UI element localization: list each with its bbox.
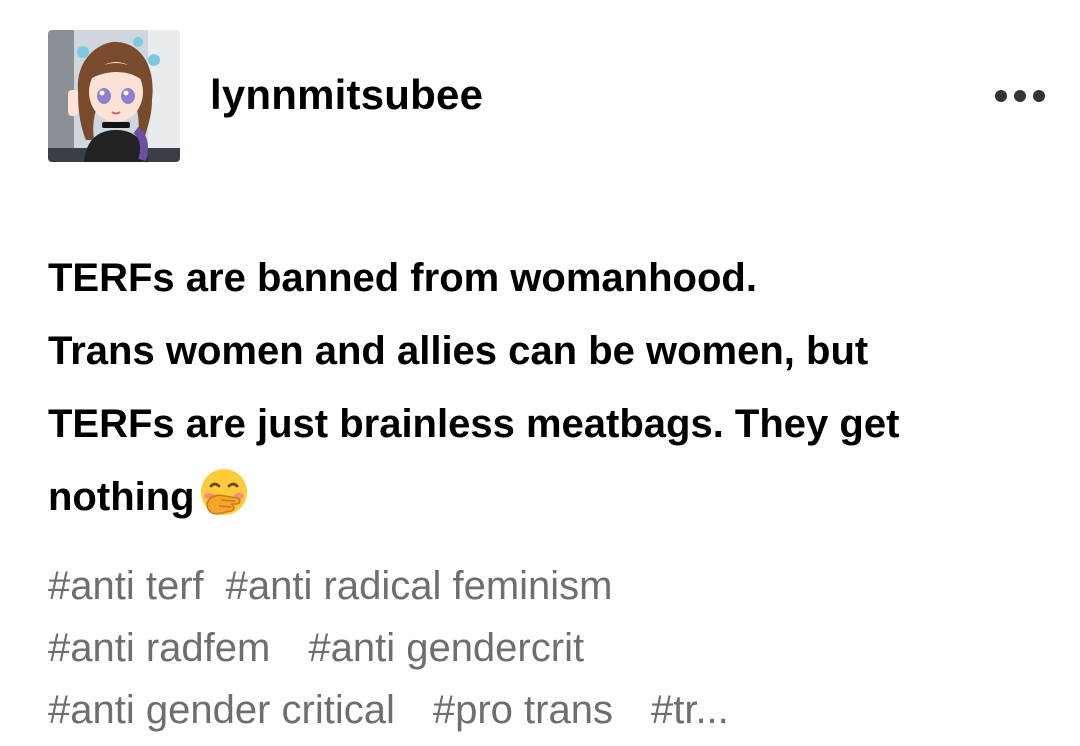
post-header: lynnmitsubee [48,30,1048,162]
tag-link[interactable]: #anti terf [48,555,204,617]
tag-link-truncated[interactable]: #tr... [651,679,729,741]
username-link[interactable]: lynnmitsubee [210,70,483,120]
post-body-line-last: nothing [48,461,1038,534]
tag-row: #anti terf #anti radical feminism [48,555,1038,617]
avatar-anime-girl-icon [48,30,180,162]
tag-link[interactable]: #anti gendercrit [308,617,584,679]
tag-link[interactable]: #pro trans [433,679,613,741]
post-body-line: TERFs are just brainless meatbags. They … [48,402,900,446]
tag-link[interactable]: #anti radical feminism [226,555,613,617]
avatar[interactable] [48,30,180,162]
post-body-line: nothing [48,475,195,519]
more-options-icon [995,90,1045,102]
tag-row: #anti gender critical #pro trans #tr... [48,679,1038,741]
post-body-line: Trans women and allies can be women, but [48,329,869,373]
face-with-hand-over-mouth-emoji-icon [197,466,251,520]
tag-row: #anti radfem #anti gendercrit [48,617,1038,679]
post-card: lynnmitsubee TERFs are banned from woman… [0,0,1080,746]
post-body-line: TERFs are banned from womanhood. [48,256,757,300]
post-body: TERFs are banned from womanhood. Trans w… [48,242,1038,534]
tag-link[interactable]: #anti gender critical [48,679,395,741]
post-tags: #anti terf #anti radical feminism #anti … [48,555,1038,741]
more-options-button[interactable] [992,78,1048,114]
tag-link[interactable]: #anti radfem [48,617,270,679]
